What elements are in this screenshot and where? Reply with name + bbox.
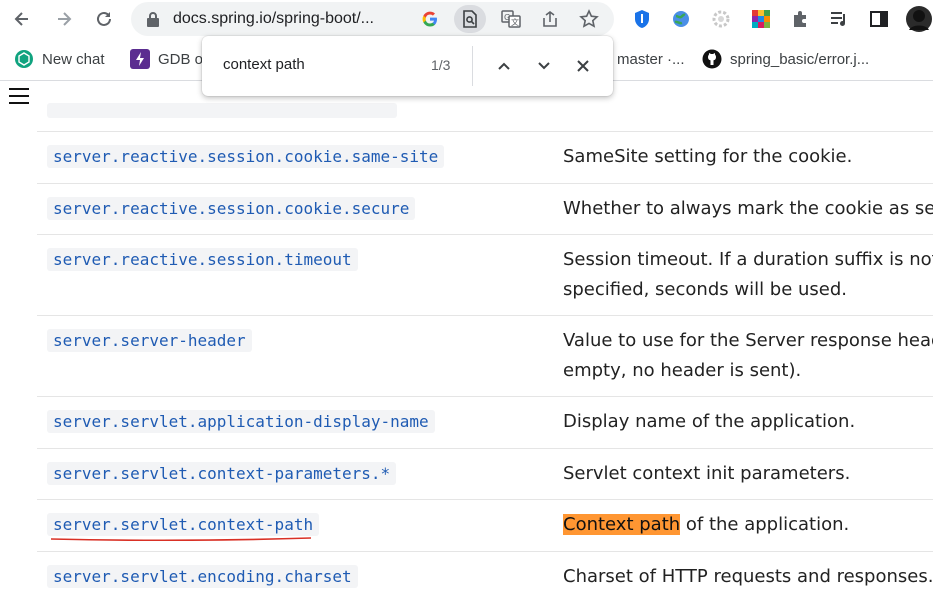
github-icon	[702, 49, 722, 69]
lock-icon[interactable]	[141, 7, 165, 31]
globe-extension-icon[interactable]	[668, 6, 694, 32]
property-description: Charset of HTTP requests and responses.	[563, 566, 933, 587]
code-clipped	[47, 103, 397, 118]
property-description: SameSite setting for the cookie.	[563, 146, 853, 167]
lightning-icon	[130, 49, 150, 69]
table-row: server.reactive.session.timeout Session …	[37, 235, 933, 316]
back-button[interactable]	[8, 5, 36, 33]
find-match-count: 1/3	[431, 57, 451, 73]
chevron-down-icon	[538, 62, 550, 70]
menu-button[interactable]	[9, 88, 29, 106]
share-icon[interactable]	[538, 7, 562, 31]
find-previous-button[interactable]	[491, 53, 517, 79]
property-name: server.reactive.session.timeout	[47, 248, 358, 271]
property-description-line-2: specified, seconds will be used.	[563, 279, 848, 300]
description-rest: of the application.	[680, 514, 850, 535]
find-in-page-bar: context path 1/3	[202, 36, 613, 96]
table-row: server.servlet.application-display-name …	[37, 397, 933, 449]
property-description: Display name of the application.	[563, 411, 856, 432]
property-name: server.servlet.application-display-name	[47, 410, 435, 433]
translate-icon[interactable]: G文	[499, 7, 523, 31]
svg-text:文: 文	[511, 17, 519, 27]
url-text[interactable]: docs.spring.io/spring-boot/...	[173, 10, 374, 28]
bookmark-new-chat[interactable]: New chat	[14, 48, 105, 70]
property-description: Context path of the application.	[563, 510, 849, 540]
find-divider	[472, 46, 473, 86]
table-row: server.server-header Value to use for th…	[37, 316, 933, 397]
reload-icon	[97, 11, 111, 26]
table-row: server.reactive.session.cookie.same-site…	[37, 132, 933, 184]
svg-text:G: G	[504, 13, 510, 22]
property-name: server.reactive.session.cookie.secure	[47, 197, 416, 220]
table-row: server.servlet.context-parameters.* Serv…	[37, 449, 933, 500]
table-row: server.reactive.session.cookie.secure Wh…	[37, 184, 933, 235]
table-row: server.servlet.context-path Context path…	[37, 500, 933, 552]
property-description-line-2: empty, no header is sent).	[563, 360, 802, 381]
side-panel-icon[interactable]	[866, 6, 892, 32]
property-name: server.servlet.encoding.charset	[47, 565, 358, 588]
property-description-line-1: Value to use for the Server response hea…	[563, 330, 933, 351]
puzzle-extensions-icon[interactable]	[788, 6, 814, 32]
bookmark-gdb[interactable]: GDB o	[130, 48, 203, 70]
gear-extension-icon[interactable]	[708, 6, 734, 32]
property-description: Servlet context init parameters.	[563, 463, 851, 484]
address-bar[interactable]: docs.spring.io/spring-boot/... G文	[131, 2, 614, 36]
bookmark-spring-basic[interactable]: spring_basic/error.j...	[702, 48, 869, 70]
property-name: server.server-header	[47, 329, 252, 352]
media-queue-icon[interactable]	[826, 6, 852, 32]
arrow-right-icon	[58, 12, 72, 26]
property-name: server.servlet.context-path	[47, 513, 320, 536]
property-description: Whether to always mark the cookie as sec…	[563, 198, 933, 219]
menu-icon-bar	[9, 95, 29, 97]
chevron-up-icon	[498, 62, 510, 70]
find-close-button[interactable]	[570, 53, 596, 79]
reload-button[interactable]	[90, 5, 118, 33]
table-row: server.servlet.encoding.charset Charset …	[37, 552, 933, 592]
menu-icon-bar	[9, 88, 29, 90]
property-name: server.servlet.context-parameters.*	[47, 462, 397, 485]
find-match-highlight: Context path	[563, 514, 681, 535]
avatar[interactable]	[905, 6, 933, 32]
browser-toolbar: docs.spring.io/spring-boot/... G文	[0, 0, 933, 38]
spellcheck-underline	[51, 537, 311, 541]
menu-icon-bar	[9, 102, 29, 104]
arrow-left-icon	[14, 12, 28, 26]
property-name: server.reactive.session.cookie.same-site	[47, 145, 445, 168]
google-icon[interactable]	[418, 7, 442, 31]
star-icon[interactable]	[577, 7, 601, 31]
find-input[interactable]: context path	[223, 56, 305, 73]
forward-button[interactable]	[50, 5, 78, 33]
shield-extension-icon[interactable]	[629, 6, 655, 32]
color-grid-extension-icon[interactable]	[748, 6, 774, 32]
find-next-button[interactable]	[531, 53, 557, 79]
find-in-page-icon[interactable]	[454, 5, 486, 33]
bookmark-master[interactable]: master ·...	[617, 48, 685, 70]
close-icon	[577, 60, 589, 72]
chatgpt-icon	[15, 50, 33, 68]
property-description-line-1: Session timeout. If a duration suffix is…	[563, 249, 933, 270]
